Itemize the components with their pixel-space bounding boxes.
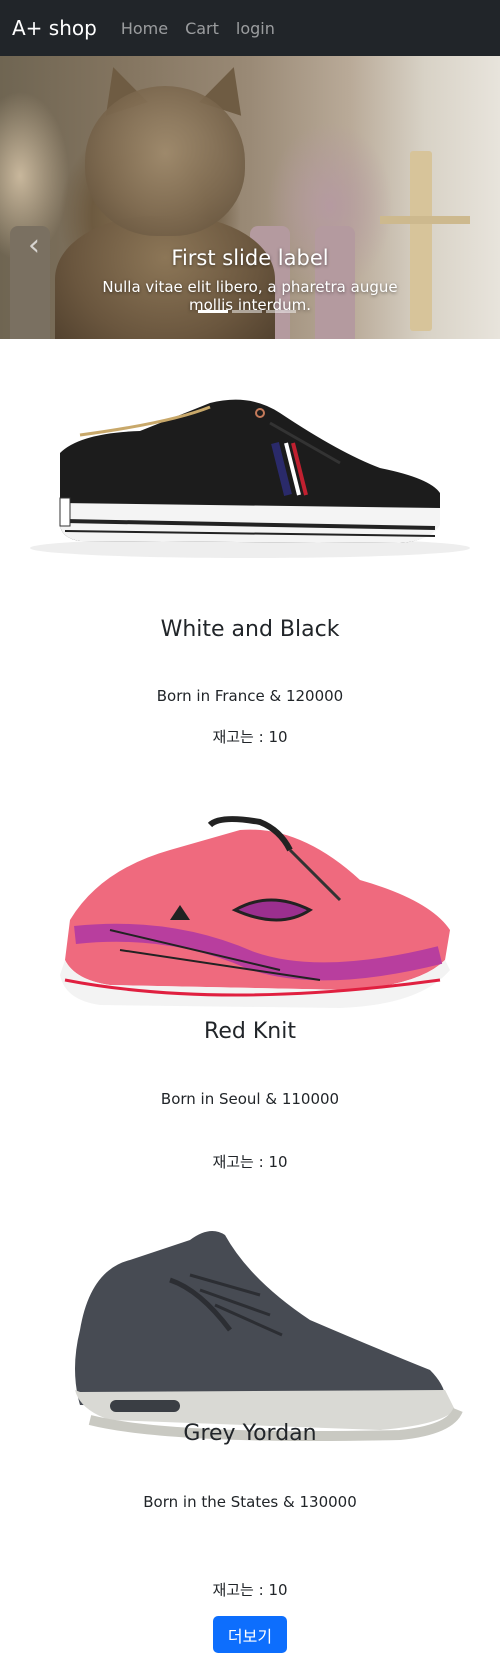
product-description: Born in Seoul & 110000 bbox=[160, 1090, 340, 1108]
hero-carousel: ‹ First slide label Nulla vitae elit lib… bbox=[0, 56, 500, 339]
carousel-indicator-2[interactable] bbox=[232, 310, 262, 313]
product-card: Red Knit bbox=[0, 1019, 500, 1044]
product-title: White and Black bbox=[160, 617, 340, 642]
product-desc-row: Born in Seoul & 110000 bbox=[0, 1090, 500, 1108]
nav-link-login[interactable]: login bbox=[236, 19, 275, 38]
carousel-indicators bbox=[198, 310, 296, 313]
product-title: Red Knit bbox=[204, 1019, 296, 1044]
product-desc-row: Born in the States & 130000 bbox=[0, 1493, 500, 1511]
carousel-indicator-3[interactable] bbox=[266, 310, 296, 313]
brand-logo[interactable]: A+ shop bbox=[12, 16, 97, 40]
product-description: Born in France & 120000 bbox=[156, 687, 344, 705]
product-stock: 재고는 : 10 bbox=[212, 1153, 288, 1171]
navbar: A+ shop Home Cart login bbox=[0, 0, 500, 56]
product-card: White and Black bbox=[0, 617, 500, 642]
load-more-button[interactable]: 더보기 bbox=[213, 1616, 287, 1653]
background-rail bbox=[380, 216, 470, 224]
product-title: Grey Yordan bbox=[183, 1421, 317, 1446]
nav-link-cart[interactable]: Cart bbox=[185, 19, 219, 38]
carousel-indicator-1[interactable] bbox=[198, 310, 228, 313]
product-image-red-knit bbox=[60, 816, 450, 1008]
product-stock: 재고는 : 10 bbox=[212, 1581, 288, 1599]
product-image-white-and-black bbox=[30, 399, 470, 558]
product-stock-row: 재고는 : 10 bbox=[0, 726, 500, 747]
product-stock: 재고는 : 10 bbox=[212, 728, 288, 746]
carousel-caption-title: First slide label bbox=[171, 246, 329, 270]
product-stock-row: 재고는 : 10 bbox=[0, 1151, 500, 1172]
product-card: Grey Yordan bbox=[0, 1421, 500, 1446]
cat-face bbox=[85, 86, 245, 236]
nav-link-home[interactable]: Home bbox=[121, 19, 168, 38]
carousel-caption-text: Nulla vitae elit libero, a pharetra augu… bbox=[102, 278, 398, 314]
carousel-caption: First slide label Nulla vitae elit liber… bbox=[0, 246, 500, 314]
product-stock-row: 재고는 : 10 bbox=[0, 1579, 500, 1600]
product-desc-row: Born in France & 120000 bbox=[0, 687, 500, 705]
product-description: Born in the States & 130000 bbox=[143, 1493, 357, 1511]
